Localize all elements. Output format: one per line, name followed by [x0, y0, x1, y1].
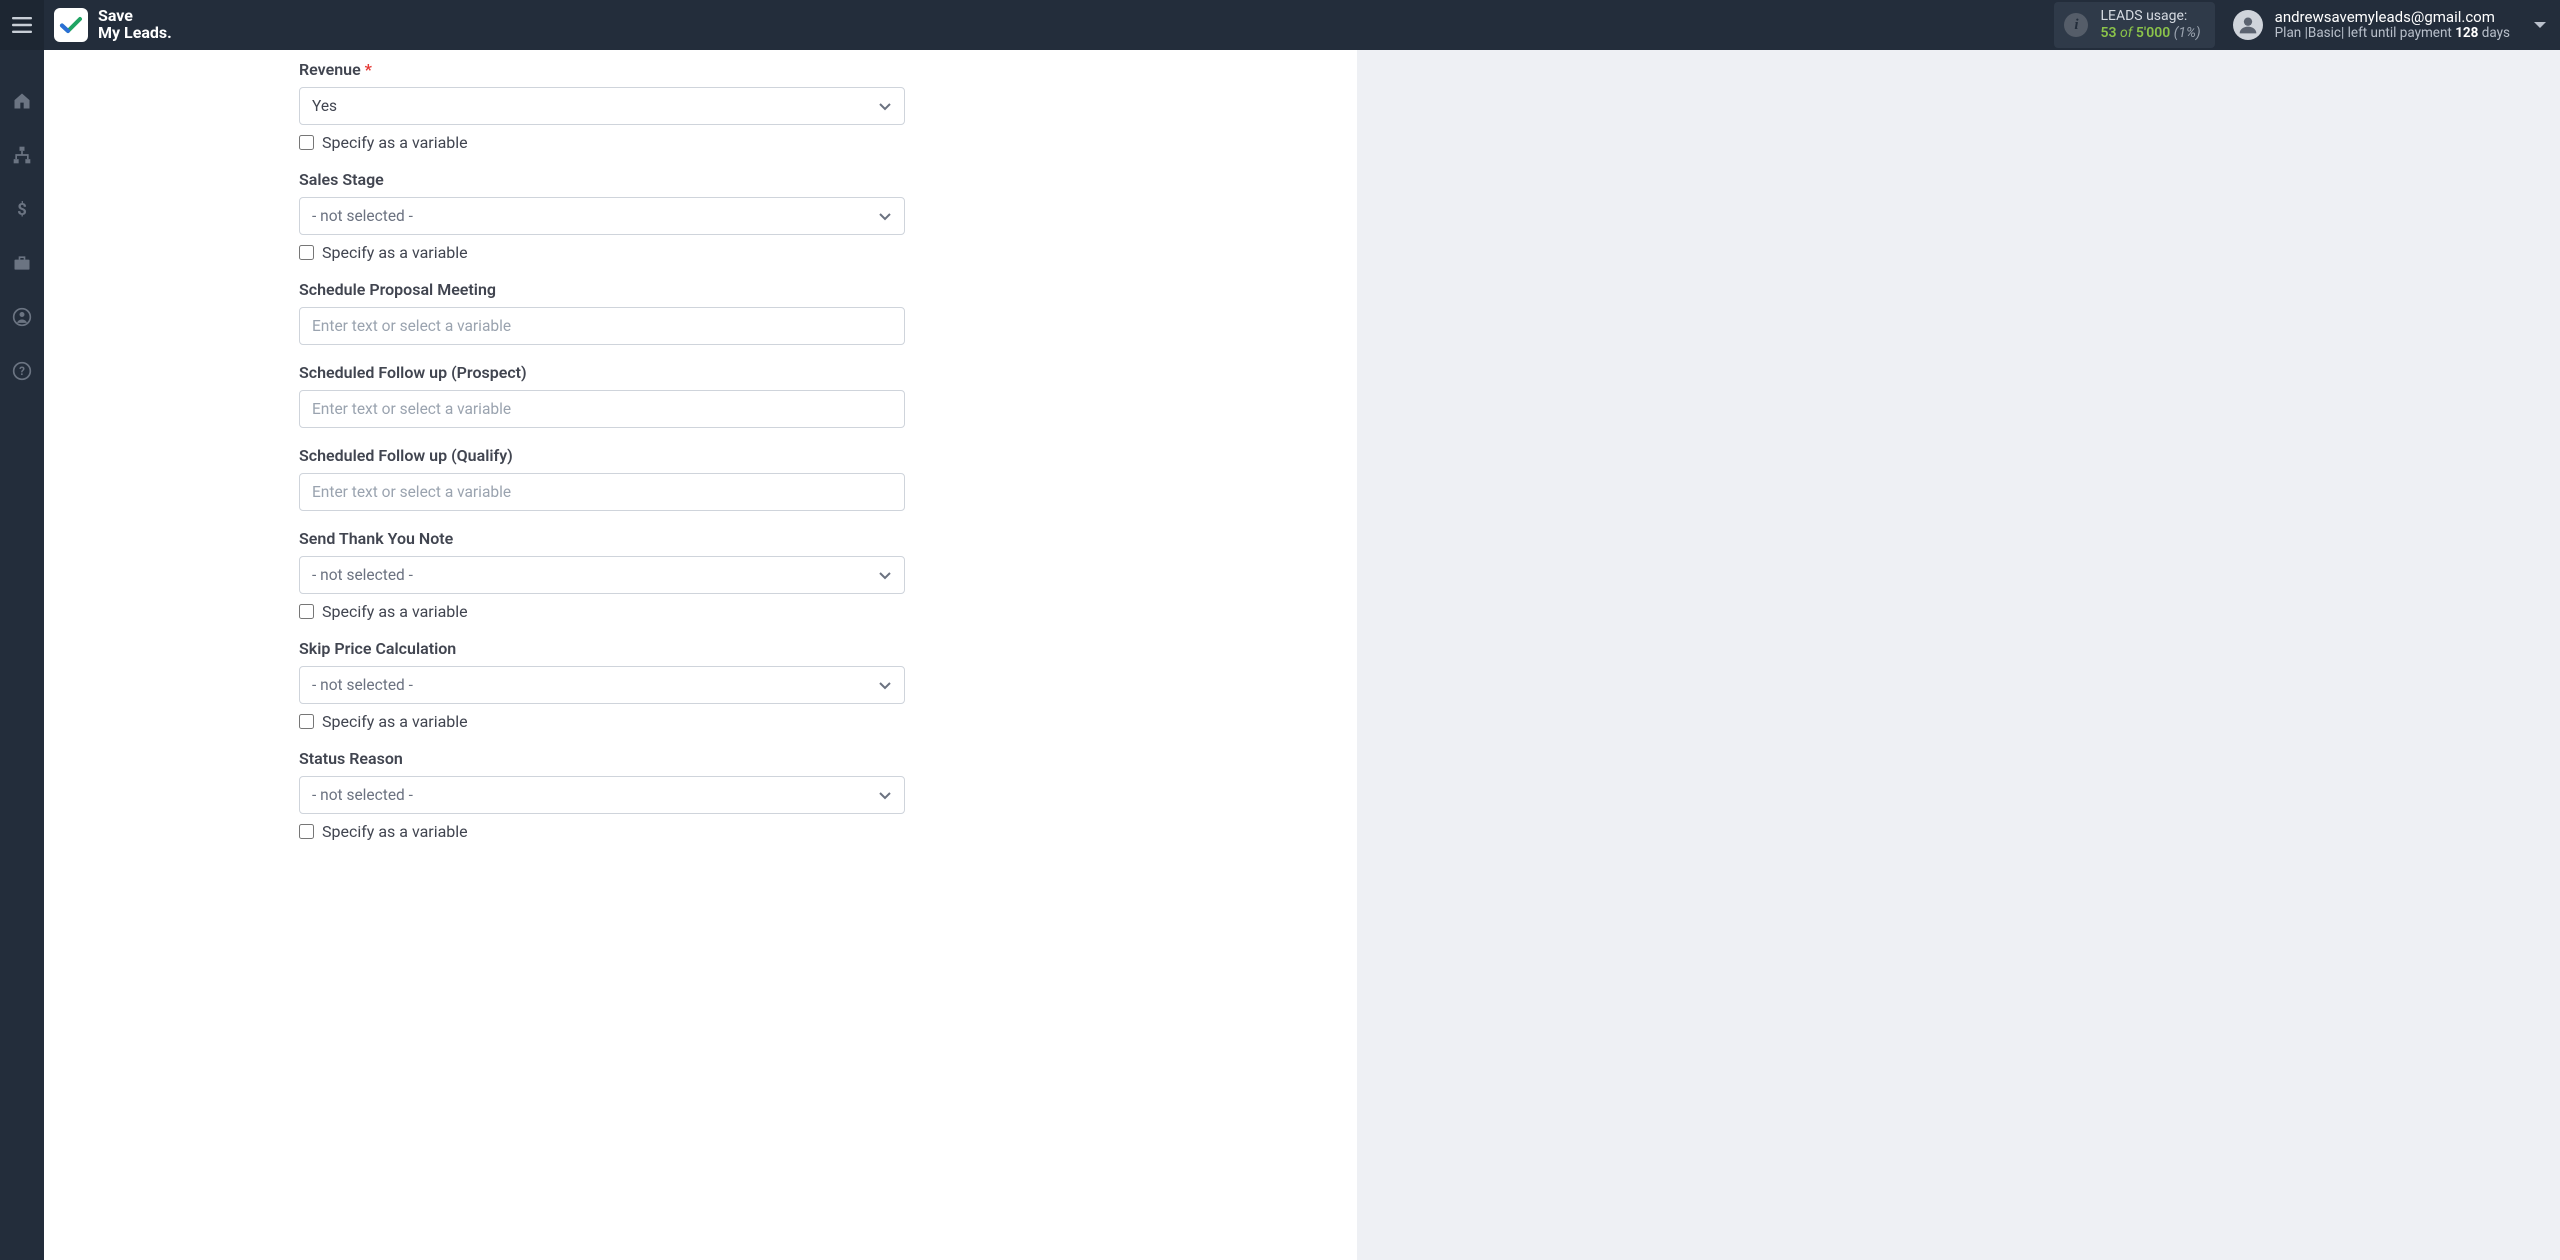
variable-checkbox-skip-price[interactable]	[299, 714, 314, 729]
account-plan: Plan |Basic| left until payment 128 days	[2275, 26, 2510, 42]
field-sales-stage: Sales Stage - not selected - Specify as …	[299, 170, 905, 262]
checkmark-icon	[59, 13, 83, 37]
usage-label: LEADS usage:	[2100, 8, 2200, 25]
brand-name: Save My Leads.	[98, 8, 172, 42]
input-followup-prospect[interactable]: Enter text or select a variable	[299, 390, 905, 428]
sitemap-icon	[12, 145, 32, 165]
logo-mark	[54, 8, 88, 42]
form-card: Revenue * Yes Specify as a variable Sale…	[44, 50, 1357, 1260]
variable-label-thank-you[interactable]: Specify as a variable	[322, 602, 468, 621]
avatar[interactable]	[2233, 10, 2263, 40]
brand-logo[interactable]: Save My Leads.	[44, 8, 172, 42]
chevron-down-icon	[878, 568, 892, 582]
select-status-reason-value: - not selected -	[312, 786, 878, 804]
label-followup-qualify: Scheduled Follow up (Qualify)	[299, 446, 905, 465]
usage-used: 53	[2100, 25, 2116, 41]
input-followup-qualify-placeholder: Enter text or select a variable	[312, 483, 511, 501]
menu-toggle-button[interactable]	[0, 0, 44, 50]
chevron-down-icon	[878, 788, 892, 802]
select-revenue-value: Yes	[312, 97, 878, 115]
field-followup-prospect: Scheduled Follow up (Prospect) Enter tex…	[299, 363, 905, 428]
variable-row-sales-stage: Specify as a variable	[299, 243, 905, 262]
input-followup-prospect-placeholder: Enter text or select a variable	[312, 400, 511, 418]
select-revenue[interactable]: Yes	[299, 87, 905, 125]
select-status-reason[interactable]: - not selected -	[299, 776, 905, 814]
label-schedule-proposal: Schedule Proposal Meeting	[299, 280, 905, 299]
variable-row-thank-you: Specify as a variable	[299, 602, 905, 621]
select-skip-price-value: - not selected -	[312, 676, 878, 694]
field-skip-price: Skip Price Calculation - not selected - …	[299, 639, 905, 731]
label-sales-stage: Sales Stage	[299, 170, 905, 189]
field-schedule-proposal: Schedule Proposal Meeting Enter text or …	[299, 280, 905, 345]
brand-line2: My Leads.	[98, 25, 172, 42]
select-sales-stage[interactable]: - not selected -	[299, 197, 905, 235]
variable-checkbox-status-reason[interactable]	[299, 824, 314, 839]
top-bar: Save My Leads. i LEADS usage: 53 of 5'00…	[0, 0, 2560, 50]
variable-row-status-reason: Specify as a variable	[299, 822, 905, 841]
usage-numbers: 53 of 5'000 (1%)	[2100, 25, 2200, 42]
label-followup-prospect: Scheduled Follow up (Prospect)	[299, 363, 905, 382]
sidebar-home[interactable]	[0, 86, 44, 116]
dollar-icon: $	[12, 199, 32, 219]
select-sales-stage-value: - not selected -	[312, 207, 878, 225]
sidebar-billing[interactable]: $	[0, 194, 44, 224]
account-info: andrewsavemyleads@gmail.com Plan |Basic|…	[2275, 9, 2510, 42]
briefcase-icon	[12, 253, 32, 273]
variable-label-sales-stage[interactable]: Specify as a variable	[322, 243, 468, 262]
select-skip-price[interactable]: - not selected -	[299, 666, 905, 704]
svg-text:$: $	[17, 201, 27, 219]
label-thank-you: Send Thank You Note	[299, 529, 905, 548]
account-block: andrewsavemyleads@gmail.com Plan |Basic|…	[2233, 9, 2520, 42]
field-followup-qualify: Scheduled Follow up (Qualify) Enter text…	[299, 446, 905, 511]
chevron-down-icon	[878, 99, 892, 113]
home-icon	[12, 91, 32, 111]
user-icon	[2238, 15, 2258, 35]
form-column: Revenue * Yes Specify as a variable Sale…	[299, 60, 905, 841]
variable-checkbox-thank-you[interactable]	[299, 604, 314, 619]
variable-checkbox-revenue[interactable]	[299, 135, 314, 150]
sidebar: $ ?	[0, 50, 44, 1260]
usage-text: LEADS usage: 53 of 5'000 (1%)	[2100, 8, 2200, 42]
account-email: andrewsavemyleads@gmail.com	[2275, 9, 2510, 26]
input-schedule-proposal[interactable]: Enter text or select a variable	[299, 307, 905, 345]
sidebar-account[interactable]	[0, 302, 44, 332]
variable-row-revenue: Specify as a variable	[299, 133, 905, 152]
select-thank-you-value: - not selected -	[312, 566, 878, 584]
label-status-reason: Status Reason	[299, 749, 905, 768]
page-scroll[interactable]: Revenue * Yes Specify as a variable Sale…	[44, 50, 2560, 1260]
field-status-reason: Status Reason - not selected - Specify a…	[299, 749, 905, 841]
chevron-down-icon	[2533, 20, 2547, 30]
variable-label-status-reason[interactable]: Specify as a variable	[322, 822, 468, 841]
field-thank-you: Send Thank You Note - not selected - Spe…	[299, 529, 905, 621]
input-schedule-proposal-placeholder: Enter text or select a variable	[312, 317, 511, 335]
question-icon: ?	[12, 361, 32, 381]
info-icon: i	[2064, 13, 2088, 37]
hamburger-icon	[12, 17, 32, 33]
svg-text:?: ?	[19, 364, 25, 378]
label-revenue: Revenue *	[299, 60, 905, 79]
sidebar-connections[interactable]	[0, 140, 44, 170]
variable-checkbox-sales-stage[interactable]	[299, 245, 314, 260]
select-thank-you[interactable]: - not selected -	[299, 556, 905, 594]
required-star: *	[365, 60, 372, 79]
chevron-down-icon	[878, 209, 892, 223]
chevron-down-icon	[878, 678, 892, 692]
user-circle-icon	[12, 307, 32, 327]
sidebar-briefcase[interactable]	[0, 248, 44, 278]
account-menu-toggle[interactable]	[2520, 20, 2560, 30]
variable-label-skip-price[interactable]: Specify as a variable	[322, 712, 468, 731]
field-revenue: Revenue * Yes Specify as a variable	[299, 60, 905, 152]
sidebar-help[interactable]: ?	[0, 356, 44, 386]
variable-row-skip-price: Specify as a variable	[299, 712, 905, 731]
variable-label-revenue[interactable]: Specify as a variable	[322, 133, 468, 152]
input-followup-qualify[interactable]: Enter text or select a variable	[299, 473, 905, 511]
label-skip-price: Skip Price Calculation	[299, 639, 905, 658]
leads-usage-pill[interactable]: i LEADS usage: 53 of 5'000 (1%)	[2054, 2, 2214, 48]
